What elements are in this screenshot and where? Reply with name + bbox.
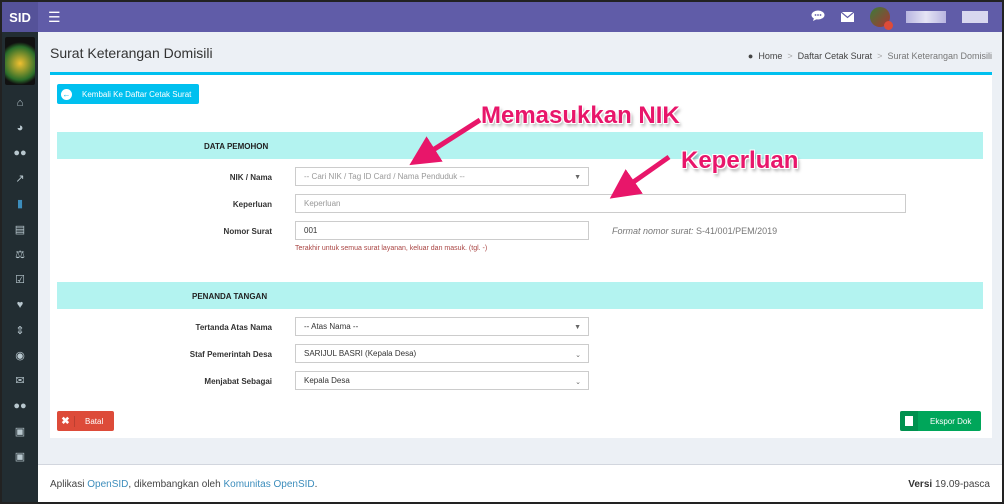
footer-credit: Aplikasi OpenSID, dikembangkan oleh Komu… — [50, 479, 317, 490]
footer-middle: , dikembangkan oleh — [128, 479, 221, 490]
arrow-to-keperluan-icon — [609, 154, 671, 199]
arrow-to-nik-icon — [409, 117, 482, 166]
annotation-nik: Memasukkan NIK — [481, 102, 680, 129]
footer-suffix: . — [314, 479, 318, 490]
annotation-keperluan: Keperluan — [681, 147, 799, 174]
community-link[interactable]: Komunitas OpenSID — [223, 479, 314, 490]
footer-prefix: Aplikasi — [50, 479, 85, 490]
annotation-arrows — [409, 117, 671, 199]
footer: Aplikasi OpenSID, dikembangkan oleh Komu… — [38, 464, 1002, 502]
opensid-link[interactable]: OpenSID — [87, 479, 128, 490]
version-label: Versi — [908, 479, 933, 490]
footer-version: Versi 19.09-pasca — [908, 479, 990, 490]
version-value: 19.09-pasca — [934, 479, 990, 490]
